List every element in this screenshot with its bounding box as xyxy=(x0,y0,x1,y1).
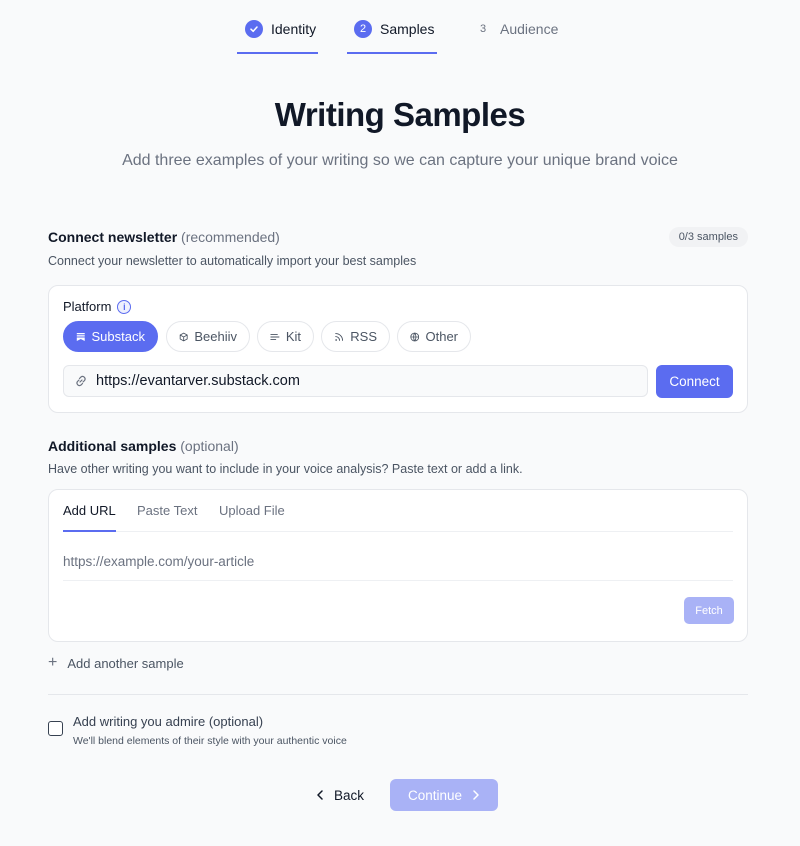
page-title: Writing Samples xyxy=(274,96,526,133)
sample-tabs: Add URL Paste Text Upload File xyxy=(63,490,733,532)
admire-checkbox[interactable] xyxy=(48,721,63,736)
link-icon xyxy=(76,375,86,387)
divider xyxy=(48,694,748,695)
step-label: Samples xyxy=(380,21,435,37)
platform-chip-label: Substack xyxy=(91,329,145,344)
globe-icon xyxy=(410,332,420,341)
page-subtitle: Add three examples of your writing so we… xyxy=(122,152,678,169)
connect-button[interactable]: Connect xyxy=(656,365,733,398)
continue-button[interactable]: Continue xyxy=(390,779,498,811)
stepper: Identity 2 Samples 3 Audience xyxy=(0,0,800,56)
step-number: 2 xyxy=(354,20,372,38)
platform-label-row: Platform i xyxy=(63,299,132,314)
rss-icon xyxy=(335,332,344,341)
step-label: Identity xyxy=(271,21,317,37)
step-audience[interactable]: 3 Audience xyxy=(472,20,562,54)
platform-chip-beehiiv[interactable]: Beehiiv xyxy=(166,321,250,352)
cube-icon xyxy=(179,332,188,341)
platform-chip-label: Beehiiv xyxy=(194,329,237,344)
platform-card: Platform i Substack Beehiiv Kit RSS Othe… xyxy=(48,285,748,413)
tab-paste-text[interactable]: Paste Text xyxy=(137,503,197,532)
check-icon xyxy=(245,20,263,38)
newsletter-title: Connect newsletter xyxy=(48,229,178,245)
add-another-sample-button[interactable]: + Add another sample xyxy=(48,654,184,672)
additional-description: Have other writing you want to include i… xyxy=(48,462,523,476)
lines-icon xyxy=(270,333,280,340)
substack-icon xyxy=(76,332,85,341)
plus-icon: + xyxy=(48,654,58,671)
admire-description: We'll blend elements of their style with… xyxy=(73,735,347,747)
add-another-label: Add another sample xyxy=(67,655,184,671)
admire-title: Add writing you admire (optional) xyxy=(73,714,264,729)
chevron-left-icon xyxy=(317,790,323,800)
sample-count-badge: 0/3 samples xyxy=(668,227,748,247)
additional-section-title: Additional samples (optional) xyxy=(48,438,239,454)
platform-chip-label: Other xyxy=(425,329,458,344)
newsletter-description: Connect your newsletter to automatically… xyxy=(48,254,417,268)
back-button[interactable]: Back xyxy=(310,779,370,811)
additional-title: Additional samples xyxy=(48,438,177,454)
platform-chip-rss[interactable]: RSS xyxy=(321,321,390,352)
platform-chip-label: Kit xyxy=(285,329,301,344)
fetch-button[interactable]: Fetch xyxy=(684,597,734,624)
additional-title-suffix: (optional) xyxy=(180,438,239,454)
newsletter-title-suffix: (recommended) xyxy=(181,229,280,245)
platform-chip-other[interactable]: Other xyxy=(397,321,471,352)
chevron-right-icon xyxy=(473,790,479,800)
step-label: Audience xyxy=(500,21,559,37)
step-samples[interactable]: 2 Samples xyxy=(347,20,437,54)
back-label: Back xyxy=(333,787,364,803)
newsletter-url-input[interactable] xyxy=(96,373,616,389)
platform-chip-kit[interactable]: Kit xyxy=(257,321,314,352)
continue-label: Continue xyxy=(407,787,463,803)
samples-card: Add URL Paste Text Upload File Fetch xyxy=(48,489,748,642)
newsletter-url-field[interactable] xyxy=(63,365,648,397)
step-number: 3 xyxy=(479,23,487,35)
step-identity[interactable]: Identity xyxy=(237,20,318,54)
platform-label: Platform xyxy=(63,299,112,314)
newsletter-section-title: Connect newsletter (recommended) xyxy=(48,229,280,245)
tab-upload-file[interactable]: Upload File xyxy=(219,503,285,532)
sample-url-input[interactable] xyxy=(63,543,733,581)
info-icon[interactable]: i xyxy=(117,299,132,314)
platform-chip-substack[interactable]: Substack xyxy=(63,321,158,352)
tab-add-url[interactable]: Add URL xyxy=(63,503,116,532)
platform-chip-label: RSS xyxy=(350,329,377,344)
